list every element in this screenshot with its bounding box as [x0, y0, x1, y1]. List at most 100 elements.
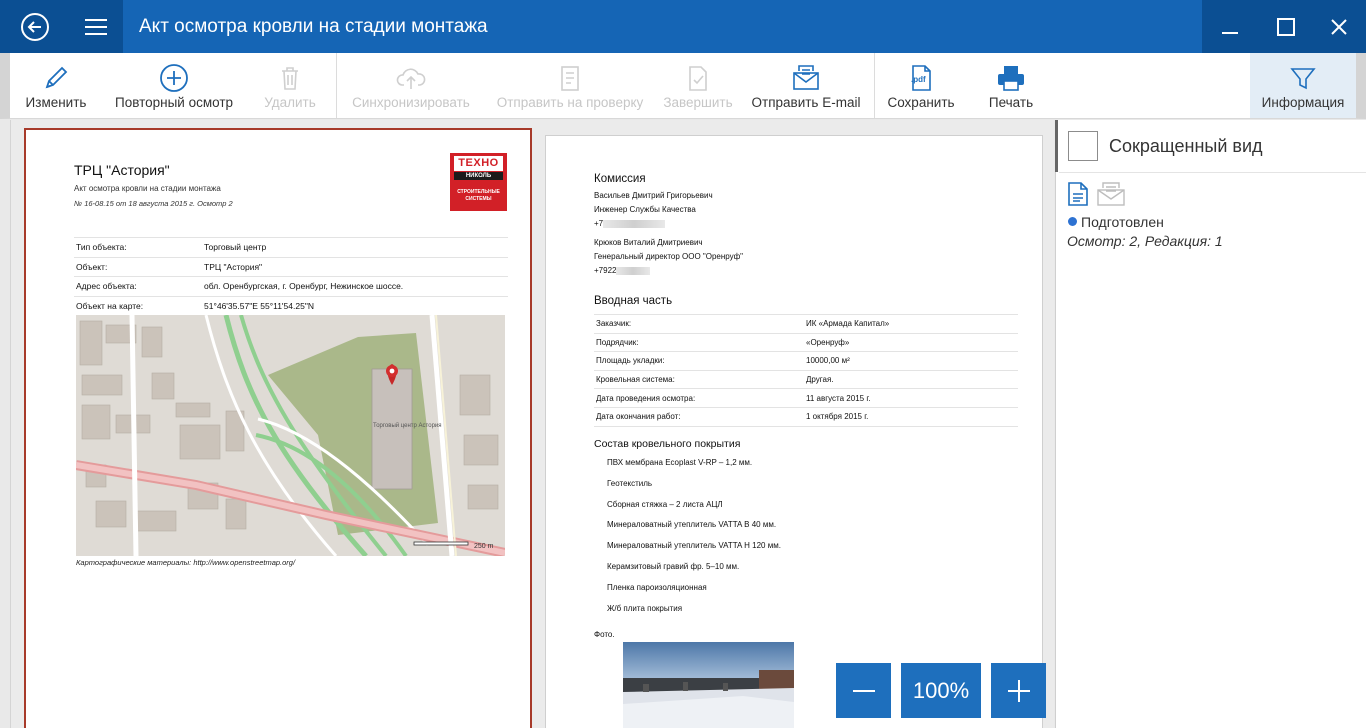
- status-dot: [1068, 217, 1077, 226]
- map-scale: 250 m: [474, 543, 494, 550]
- send-review-button[interactable]: Отправить на проверку: [484, 53, 656, 118]
- list-item: Минераловатный утеплитель VATTA В 40 мм.: [607, 520, 777, 530]
- logo-line2: НИКОЛЬ: [454, 172, 503, 180]
- person2-name: Крюков Виталий Дмитриевич: [594, 238, 703, 247]
- report-number: № 16-08.15 от 18 августа 2015 г. Осмотр …: [74, 199, 233, 208]
- person1-phone: +7: [594, 219, 666, 228]
- row-key: Кровельная система:: [594, 369, 804, 390]
- info-label: Информация: [1261, 95, 1345, 110]
- list-item: Ж/б плита покрытия: [607, 603, 683, 613]
- menu-button[interactable]: [69, 0, 123, 53]
- table-row: Тип объекта: Торговый центр: [74, 237, 508, 257]
- send-email-button[interactable]: Отправить E-mail: [742, 53, 870, 118]
- plus-icon: [1007, 679, 1030, 702]
- send-review-label: Отправить на проверку: [496, 95, 644, 110]
- hamburger-icon: [85, 18, 107, 35]
- list-item: Геотекстиль: [607, 478, 653, 488]
- list-item: ПВХ мембрана Ecoplast V-RP – 1,2 мм.: [607, 458, 753, 467]
- print-label: Печать: [988, 95, 1034, 110]
- report-title: ТРЦ "Астория": [74, 162, 170, 178]
- save-pdf-button[interactable]: .pdf Сохранить: [878, 53, 964, 118]
- table-row: Дата окончания работ: 1 октября 2015 г.: [594, 406, 1018, 427]
- map-place-label: Торговый центр Астория: [373, 422, 442, 429]
- person2-phone-prefix: +7922: [594, 266, 617, 275]
- email-sent-icon[interactable]: [1096, 182, 1126, 211]
- zoom-in-button[interactable]: [991, 663, 1046, 718]
- toolbar-separator: [336, 53, 337, 118]
- row-key: Заказчик:: [594, 314, 804, 334]
- finish-button[interactable]: Завершить: [658, 53, 738, 118]
- send-email-label: Отправить E-mail: [751, 95, 861, 110]
- minimize-button[interactable]: [1202, 0, 1258, 53]
- title-bar: Акт осмотра кровли на стадии монтажа: [0, 0, 1366, 53]
- window-title: Акт осмотра кровли на стадии монтажа: [139, 16, 488, 37]
- delete-button[interactable]: Удалить: [248, 53, 332, 118]
- table-row: Подрядчик: «Оренруф»: [594, 332, 1018, 353]
- back-button[interactable]: [0, 0, 69, 53]
- reinspect-button[interactable]: Повторный осмотр: [104, 53, 244, 118]
- cloud-upload-icon: [395, 62, 427, 94]
- toolbar-separator: [874, 53, 875, 118]
- trash-icon: [274, 62, 306, 94]
- row-value: 51°46'35.57"E 55°11'54.25"N: [202, 295, 508, 316]
- envelope-icon: [790, 62, 822, 94]
- row-value: 11 августа 2015 г.: [804, 388, 1018, 408]
- person1-name: Васильев Дмитрий Григорьевич: [594, 191, 713, 200]
- info-panel: Сокращенный вид Подготовлен Осмотр: 2, Р…: [1055, 120, 1366, 728]
- person2-role: Генеральный директор ООО "Оренруф": [594, 252, 743, 261]
- edit-button[interactable]: Изменить: [12, 53, 100, 118]
- map-caption: Картографические материалы: http://www.o…: [76, 558, 296, 567]
- photo-label: Фото.: [594, 630, 615, 639]
- map-graphic: Торговый центр Астория 250 m: [76, 315, 505, 556]
- row-key: Объект:: [74, 256, 202, 277]
- zoom-out-button[interactable]: [836, 663, 891, 718]
- zoom-level-button[interactable]: 100%: [901, 663, 981, 718]
- row-key: Дата проведения осмотра:: [594, 388, 804, 408]
- document-viewer[interactable]: ТРЦ "Астория" Акт осмотра кровли на стад…: [10, 120, 1054, 728]
- layers-heading: Состав кровельного покрытия: [594, 438, 741, 450]
- person1-phone-prefix: +7: [594, 219, 604, 228]
- sync-button[interactable]: Синхронизировать: [340, 53, 482, 118]
- sync-label: Синхронизировать: [352, 95, 470, 110]
- print-button[interactable]: Печать: [968, 53, 1054, 118]
- compact-view-label: Сокращенный вид: [1109, 136, 1263, 156]
- pdf-badge: .pdf: [911, 75, 926, 84]
- back-arrow-icon: [20, 12, 49, 41]
- row-key: Площадь укладки:: [594, 351, 804, 371]
- redacted-phone: [616, 266, 651, 275]
- report-page-1[interactable]: ТРЦ "Астория" Акт осмотра кровли на стад…: [24, 128, 532, 728]
- table-row: Площадь укладки: 10000,00 м²: [594, 351, 1018, 371]
- table-row: Кровельная система: Другая.: [594, 369, 1018, 390]
- info-button[interactable]: Информация: [1250, 53, 1356, 118]
- table-row: Объект на карте: 51°46'35.57"E 55°11'54.2…: [74, 295, 508, 316]
- table-row: Объект: ТРЦ "Астория": [74, 256, 508, 277]
- save-label: Сохранить: [887, 95, 955, 110]
- row-value: ТРЦ "Астория": [202, 256, 508, 277]
- panel-resize-grip[interactable]: [1055, 120, 1058, 172]
- minimize-icon: [1222, 31, 1238, 34]
- row-value: ИК «Армада Капитал»: [804, 314, 1018, 334]
- row-key: Тип объекта:: [74, 237, 202, 257]
- roof-photo: [623, 642, 794, 728]
- report-page-2[interactable]: Комиссия Васильев Дмитрий Григорьевич Ин…: [545, 135, 1043, 728]
- close-button[interactable]: [1312, 0, 1366, 53]
- maximize-button[interactable]: [1258, 0, 1314, 53]
- inspection-info: Осмотр: 2, Редакция: 1: [1067, 233, 1223, 249]
- document-icon[interactable]: [1067, 182, 1089, 211]
- minus-icon: [852, 689, 875, 692]
- row-key: Адрес объекта:: [74, 276, 202, 296]
- compact-view-checkbox[interactable]: [1068, 131, 1098, 161]
- filter-icon: [1287, 62, 1319, 94]
- maximize-icon: [1277, 17, 1295, 36]
- row-value: 10000,00 м²: [804, 351, 1018, 371]
- object-info-table: Тип объекта: Торговый центр Объект: ТРЦ "А…: [74, 237, 508, 316]
- row-value: «Оренруф»: [804, 332, 1018, 353]
- row-value: 1 октября 2015 г.: [804, 406, 1018, 427]
- close-icon: [1331, 18, 1347, 35]
- object-map[interactable]: Торговый центр Астория 250 m: [76, 315, 505, 556]
- table-row: Дата проведения осмотра: 11 августа 2015 …: [594, 388, 1018, 408]
- row-key: Дата окончания работ:: [594, 406, 804, 427]
- redacted-phone: [603, 219, 666, 228]
- row-key: Подрядчик:: [594, 332, 804, 353]
- tekhnonikol-logo: ТЕХНО НИКОЛЬ СТРОИТЕЛЬНЫЕ СИСТЕМЫ: [450, 153, 507, 211]
